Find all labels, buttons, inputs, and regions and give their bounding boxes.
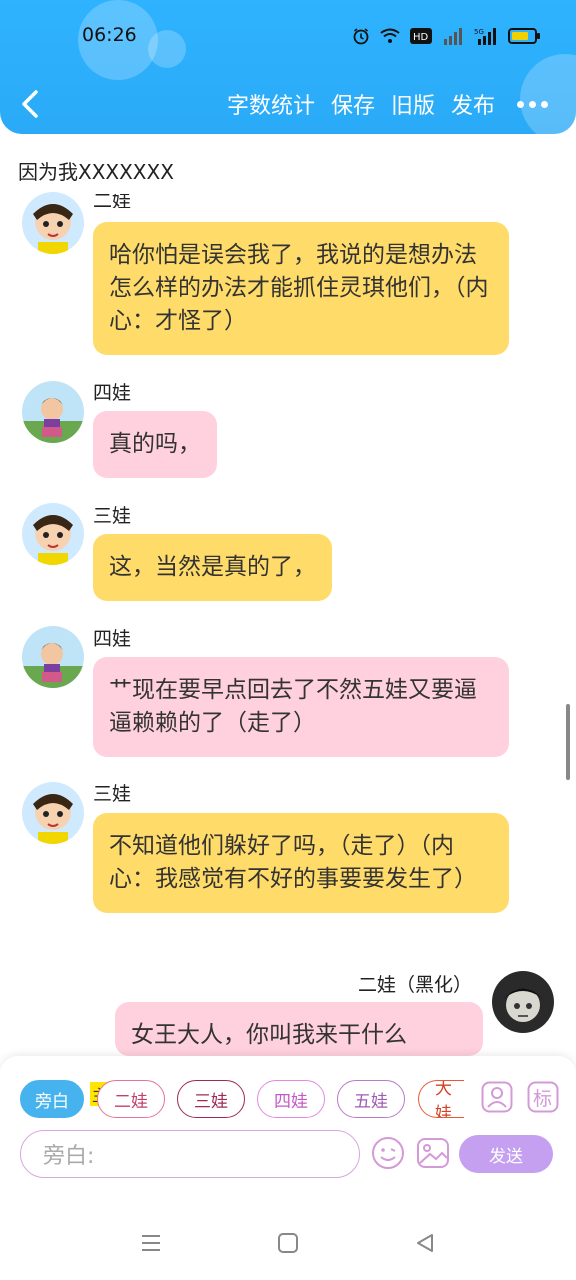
speaker-name: 二娃 <box>93 194 132 208</box>
hd-icon: HD <box>410 26 432 46</box>
send-button[interactable]: 发送 <box>459 1135 553 1173</box>
narration-input[interactable]: 旁白: <box>20 1130 360 1178</box>
signal-5g-icon: 5G <box>474 26 498 46</box>
document-title: 因为我XXXXXXX <box>18 160 174 184</box>
message-bubble[interactable]: 哈你怕是误会我了，我说的是想办法怎么样的办法才能抓住灵琪他们，（内心：才怪了） <box>93 222 509 355</box>
header: 06:26 HD 5G 字数统计 保存 旧版 发布 <box>0 0 576 134</box>
chip-dawa[interactable]: 大娃 <box>418 1080 464 1118</box>
speaker-name: 三娃 <box>93 783 132 805</box>
avatar[interactable] <box>492 971 554 1033</box>
chip-erwa[interactable]: 二娃 <box>97 1080 165 1118</box>
message-bubble[interactable]: 不知道他们躲好了吗，（走了）（内心：我感觉有不好的事要要发生了） <box>93 813 509 913</box>
image-icon[interactable] <box>416 1136 450 1170</box>
avatar[interactable] <box>22 381 84 443</box>
old-version-button[interactable]: 旧版 <box>391 88 435 120</box>
avatar[interactable] <box>22 782 84 844</box>
avatar[interactable] <box>22 626 84 688</box>
status-time: 06:26 <box>82 24 137 46</box>
message-bubble[interactable]: 艹现在要早点回去了不然五娃又要逼逼赖赖的了（走了） <box>93 657 509 757</box>
tag-label: 标 <box>533 1088 553 1110</box>
alarm-icon <box>352 26 370 46</box>
avatar[interactable] <box>22 192 84 254</box>
home-icon[interactable] <box>277 1232 299 1258</box>
back-nav-icon[interactable] <box>414 1232 436 1258</box>
svg-text:HD: HD <box>413 32 429 43</box>
message-bubble[interactable]: 真的吗， <box>93 411 217 478</box>
input-placeholder: 旁白: <box>43 1144 95 1169</box>
speaker-name: 四娃 <box>93 382 132 404</box>
header-decoration <box>148 30 186 68</box>
avatar[interactable] <box>22 503 84 565</box>
composer-panel: 旁白 主 二娃 三娃 四娃 五娃 大娃 标 旁白: 发送 <box>0 1056 576 1210</box>
publish-button[interactable]: 发布 <box>451 88 495 120</box>
speaker-name: 三娃 <box>93 505 132 527</box>
speaker-name: 二娃（黑化） <box>358 974 473 996</box>
menu-icon[interactable] <box>140 1232 162 1258</box>
toolbar: 字数统计 保存 旧版 发布 <box>227 88 548 120</box>
scrollbar[interactable] <box>566 704 570 780</box>
chip-siwa[interactable]: 四娃 <box>257 1080 325 1118</box>
tag-icon[interactable]: 标 <box>527 1081 559 1113</box>
system-nav-bar <box>0 1210 576 1280</box>
wifi-icon <box>380 26 400 46</box>
speaker-name: 四娃 <box>93 628 132 650</box>
more-icon[interactable] <box>517 100 548 108</box>
svg-text:5G: 5G <box>474 28 484 36</box>
chip-sanwa[interactable]: 三娃 <box>177 1080 245 1118</box>
chip-narration[interactable]: 旁白 <box>20 1080 84 1118</box>
back-button[interactable] <box>14 86 50 122</box>
person-icon[interactable] <box>481 1081 513 1113</box>
message-bubble[interactable]: 这，当然是真的了， <box>93 534 332 601</box>
signal-icon <box>442 26 464 46</box>
chip-wuwa[interactable]: 五娃 <box>337 1080 405 1118</box>
back-arrow-icon <box>22 90 38 118</box>
word-count-button[interactable]: 字数统计 <box>227 88 315 120</box>
save-button[interactable]: 保存 <box>331 88 375 120</box>
emoji-icon[interactable] <box>371 1136 405 1170</box>
message-bubble[interactable]: 女王大人，你叫我来干什么 <box>115 1002 483 1056</box>
battery-icon <box>508 26 540 46</box>
status-icons: HD 5G <box>352 26 540 46</box>
